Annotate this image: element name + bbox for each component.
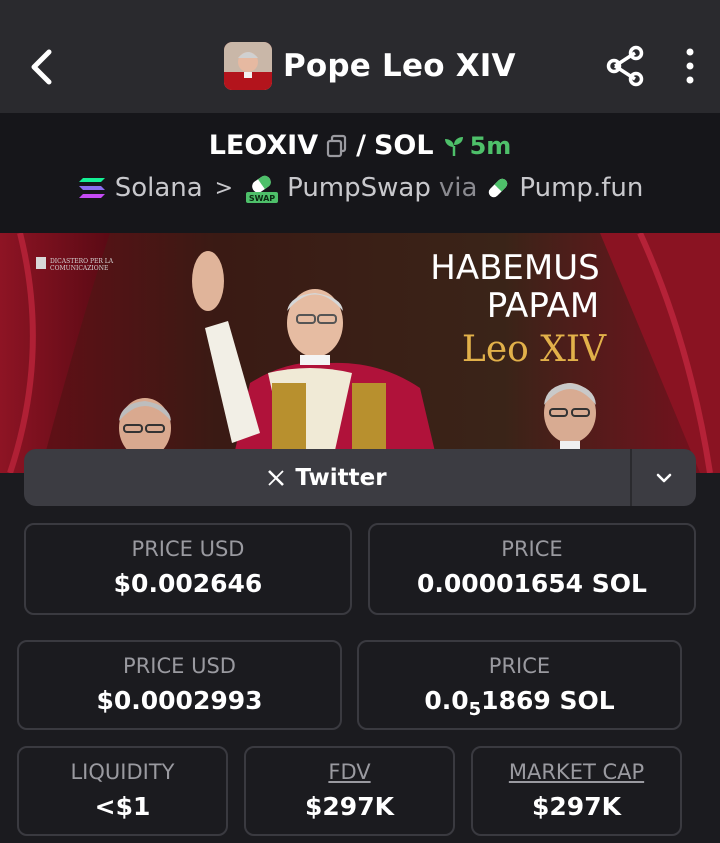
social-links-bar: Twitter <box>24 449 696 506</box>
stat-card-market-cap: MARKET CAP $297K <box>471 746 682 836</box>
stat-label: LIQUIDITY <box>70 760 175 784</box>
pair-quote-symbol: SOL <box>373 130 434 161</box>
stat-value: $0.0002993 <box>96 686 263 715</box>
banner-line-3: Leo XIV <box>462 329 607 370</box>
pumpswap-badge-text: SWAP <box>249 194 275 203</box>
page-title: Pope Leo XIV <box>283 48 516 84</box>
pair-base-symbol: LEOXIV <box>208 130 319 161</box>
stat-card-liquidity: LIQUIDITY <$1 <box>17 746 228 836</box>
banner-line-2: PAPAM <box>487 286 600 326</box>
stat-card-price-sol: PRICE 0.00001654 SOL <box>368 523 696 615</box>
chevron-down-icon <box>656 473 672 482</box>
stat-card-price-usd-2: PRICE USD $0.0002993 <box>17 640 342 730</box>
stat-value: $297K <box>305 792 394 821</box>
stat-label: PRICE USD <box>131 537 245 561</box>
breadcrumb-chain[interactable]: Solana <box>115 173 203 203</box>
stat-value: <$1 <box>94 792 151 821</box>
breadcrumb-launchpad[interactable]: Pump.fun <box>519 173 643 203</box>
banner-line-1: HABEMUS <box>430 248 599 288</box>
stat-value-zero-count: 5 <box>468 699 482 720</box>
more-options-icon[interactable] <box>678 44 702 88</box>
stat-value: 0.00001654 SOL <box>417 569 647 598</box>
solana-icon <box>78 178 105 198</box>
stat-value-suffix: 1869 SOL <box>481 686 615 715</box>
chevron-right-icon: > <box>214 175 234 201</box>
stat-label: PRICE <box>501 537 563 561</box>
stat-value: 0.051869 SOL <box>359 686 680 720</box>
header-title-group: Pope Leo XIV <box>224 41 516 91</box>
pumpswap-icon: SWAP <box>246 175 279 203</box>
stat-value: $297K <box>532 792 621 821</box>
breadcrumb-dex[interactable]: PumpSwap <box>287 173 431 203</box>
share-icon[interactable] <box>603 44 647 88</box>
pair-age: 5m <box>442 131 512 160</box>
copy-icon[interactable] <box>326 134 348 158</box>
breadcrumb: Solana > SWAP PumpSwap via Pump.fun <box>0 173 720 203</box>
seedling-icon <box>444 136 463 156</box>
stat-value-prefix: 0.0 <box>424 686 469 715</box>
token-avatar <box>224 42 272 90</box>
banner-small-text-1: DICASTERO PER LA <box>50 258 114 265</box>
stat-card-price-usd: PRICE USD $0.002646 <box>24 523 352 615</box>
x-logo-icon <box>268 469 285 486</box>
back-arrow-icon[interactable] <box>22 42 62 92</box>
pair-title: LEOXIV / SOL 5m <box>0 130 720 161</box>
banner-small-text-2: COMUNICAZIONE <box>50 265 108 272</box>
stat-label: PRICE <box>488 654 551 678</box>
breadcrumb-via: via <box>438 173 478 203</box>
token-banner-image: DICASTERO PER LA COMUNICAZIONE HABEMUS P… <box>0 233 720 473</box>
social-dropdown-toggle[interactable] <box>630 449 696 506</box>
twitter-label: Twitter <box>295 464 387 491</box>
stat-value: $0.002646 <box>113 569 263 598</box>
stat-card-price-sol-2: PRICE 0.051869 SOL <box>357 640 682 730</box>
stat-label-link[interactable]: MARKET CAP <box>473 760 680 784</box>
pair-separator: / <box>356 130 366 161</box>
stat-label: PRICE USD <box>123 654 236 678</box>
twitter-button[interactable]: Twitter <box>24 449 630 506</box>
stat-label-link[interactable]: FDV <box>246 760 453 784</box>
pair-age-value: 5m <box>469 131 512 160</box>
stat-card-fdv: FDV $297K <box>244 746 455 836</box>
pill-icon <box>489 178 508 198</box>
